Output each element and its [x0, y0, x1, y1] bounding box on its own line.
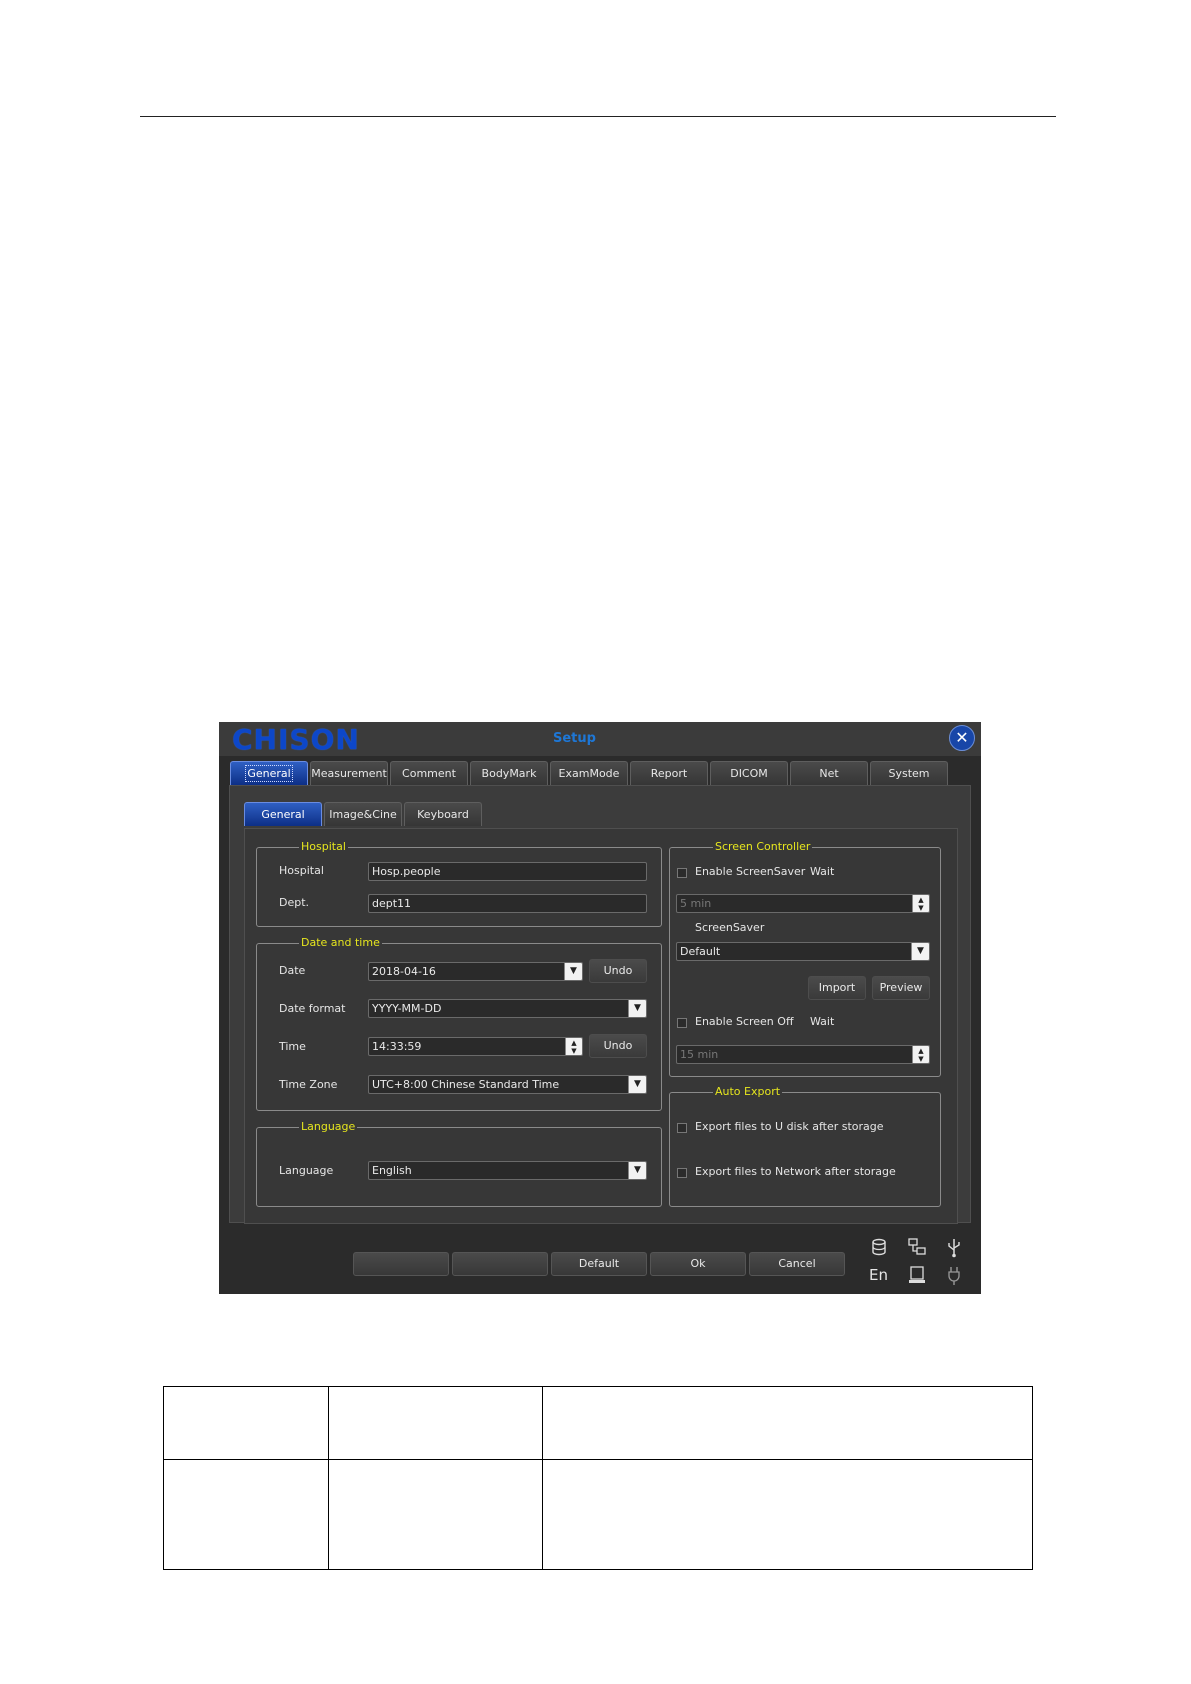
hospital-input[interactable]: Hosp.people: [368, 862, 647, 881]
language-select[interactable]: English ▼: [368, 1161, 647, 1180]
screensaver-checkbox[interactable]: [677, 868, 687, 878]
subtab-general[interactable]: General: [244, 802, 322, 826]
language-indicator: En: [869, 1266, 888, 1284]
language-value: English: [372, 1164, 412, 1177]
tab-dicom[interactable]: DICOM: [710, 761, 788, 785]
main-tabs: General Measurement Comment BodyMark Exa…: [230, 761, 976, 785]
dept-label: Dept.: [279, 896, 310, 909]
timezone-label: Time Zone: [279, 1078, 338, 1091]
power-plug-icon: [944, 1266, 964, 1286]
network-icon: [907, 1238, 927, 1258]
time-spinbox[interactable]: 14:33:59 ▲ ▼: [368, 1037, 583, 1056]
table-cell: [542, 1459, 1033, 1570]
general-sub-panel: Hospital Hospital Hosp.people Dept. dept…: [244, 828, 958, 1224]
dialog-title: Setup: [553, 731, 596, 746]
table-cell: [328, 1459, 543, 1570]
table-cell: [163, 1386, 329, 1460]
auto-export-group: Auto Export Export files to U disk after…: [669, 1084, 941, 1207]
date-format-value: YYYY-MM-DD: [372, 1002, 442, 1015]
cancel-button[interactable]: Cancel: [749, 1252, 845, 1276]
language-label: Language: [279, 1164, 334, 1177]
dept-input[interactable]: dept11: [368, 894, 647, 913]
hospital-group-title: Hospital: [299, 839, 348, 855]
chevron-down-icon[interactable]: ▼: [628, 1076, 646, 1093]
spin-arrows-icon[interactable]: ▲ ▼: [565, 1038, 582, 1055]
document-table: [163, 1386, 1033, 1570]
screen-off-check-label: Enable Screen Off: [695, 1015, 794, 1028]
time-value: 14:33:59: [372, 1040, 422, 1053]
screensaver-check-label: Enable ScreenSaver: [695, 865, 806, 878]
table-cell: [163, 1459, 329, 1570]
tab-comment[interactable]: Comment: [390, 761, 468, 785]
date-time-group: Date and time Date 2018-04-16 ▼ Undo Dat…: [256, 935, 662, 1111]
chevron-down-icon[interactable]: ▼: [564, 963, 582, 980]
blank-button-1[interactable]: [353, 1252, 449, 1276]
time-undo-button[interactable]: Undo: [589, 1034, 647, 1058]
screen-off-wait-label: Wait: [810, 1015, 835, 1028]
export-network-checkbox[interactable]: [677, 1168, 687, 1178]
date-value: 2018-04-16: [372, 965, 436, 978]
chevron-down-icon[interactable]: ▼: [911, 943, 929, 960]
title-bar: CHISON Setup ✕: [219, 722, 981, 756]
spin-arrows-icon[interactable]: ▲ ▼: [912, 1046, 929, 1063]
tab-system[interactable]: System: [870, 761, 948, 785]
date-select[interactable]: 2018-04-16 ▼: [368, 962, 583, 981]
timezone-value: UTC+8:00 Chinese Standard Time: [372, 1078, 560, 1091]
page-header-rule: [140, 116, 1056, 117]
setup-dialog: CHISON Setup ✕ General Measurement Comme…: [219, 722, 981, 1294]
tab-general[interactable]: General: [230, 761, 308, 785]
close-button[interactable]: ✕: [949, 725, 975, 751]
tab-bodymark[interactable]: BodyMark: [470, 761, 548, 785]
tab-net[interactable]: Net: [790, 761, 868, 785]
screen-off-checkbox[interactable]: [677, 1018, 687, 1028]
time-label: Time: [279, 1040, 306, 1053]
main-panel: General Image&Cine Keyboard Hospital Hos…: [229, 785, 971, 1224]
usb-icon: [944, 1238, 964, 1258]
ok-button[interactable]: Ok: [650, 1252, 746, 1276]
table-cell: [542, 1386, 1033, 1460]
tab-measurement[interactable]: Measurement: [310, 761, 388, 785]
screen-controller-group: Screen Controller Enable ScreenSaver Wai…: [669, 839, 941, 1077]
export-udisk-label: Export files to U disk after storage: [695, 1120, 884, 1133]
tab-report[interactable]: Report: [630, 761, 708, 785]
screensaver-label: ScreenSaver: [695, 921, 765, 934]
screensaver-wait-label: Wait: [810, 865, 835, 878]
tab-exammode[interactable]: ExamMode: [550, 761, 628, 785]
timezone-select[interactable]: UTC+8:00 Chinese Standard Time ▼: [368, 1075, 647, 1094]
database-icon: [869, 1238, 889, 1258]
export-udisk-checkbox[interactable]: [677, 1123, 687, 1133]
date-time-group-title: Date and time: [299, 935, 382, 951]
language-group-title: Language: [299, 1119, 358, 1135]
screensaver-wait-spinbox[interactable]: 5 min ▲ ▼: [676, 894, 930, 913]
date-format-select[interactable]: YYYY-MM-DD ▼: [368, 999, 647, 1018]
blank-button-2[interactable]: [452, 1252, 548, 1276]
disk-icon: [907, 1266, 927, 1286]
export-network-label: Export files to Network after storage: [695, 1165, 896, 1178]
screensaver-wait-value: 5 min: [680, 897, 712, 910]
language-group: Language Language English ▼: [256, 1119, 662, 1207]
table-cell: [328, 1386, 543, 1460]
tab-label: General: [245, 765, 293, 782]
chevron-down-icon[interactable]: ▼: [628, 1000, 646, 1017]
bottom-bar: Default Ok Cancel En: [219, 1226, 981, 1294]
screen-off-wait-spinbox[interactable]: 15 min ▲ ▼: [676, 1045, 930, 1064]
chevron-down-icon[interactable]: ▼: [628, 1162, 646, 1179]
auto-export-group-title: Auto Export: [713, 1084, 783, 1100]
default-button[interactable]: Default: [551, 1252, 647, 1276]
subtab-keyboard[interactable]: Keyboard: [404, 802, 482, 826]
import-button[interactable]: Import: [808, 976, 866, 1000]
date-format-label: Date format: [279, 1002, 346, 1015]
screensaver-value: Default: [680, 945, 721, 958]
preview-button[interactable]: Preview: [872, 976, 930, 1000]
date-undo-button[interactable]: Undo: [589, 959, 647, 983]
chison-logo: CHISON: [232, 723, 360, 756]
subtab-image-cine[interactable]: Image&Cine: [324, 802, 402, 826]
screen-controller-group-title: Screen Controller: [713, 839, 813, 855]
spin-arrows-icon[interactable]: ▲ ▼: [912, 895, 929, 912]
hospital-label: Hospital: [279, 864, 324, 877]
screen-off-wait-value: 15 min: [680, 1048, 719, 1061]
date-label: Date: [279, 964, 306, 977]
hospital-group: Hospital Hospital Hosp.people Dept. dept…: [256, 839, 662, 927]
screensaver-select[interactable]: Default ▼: [676, 942, 930, 961]
